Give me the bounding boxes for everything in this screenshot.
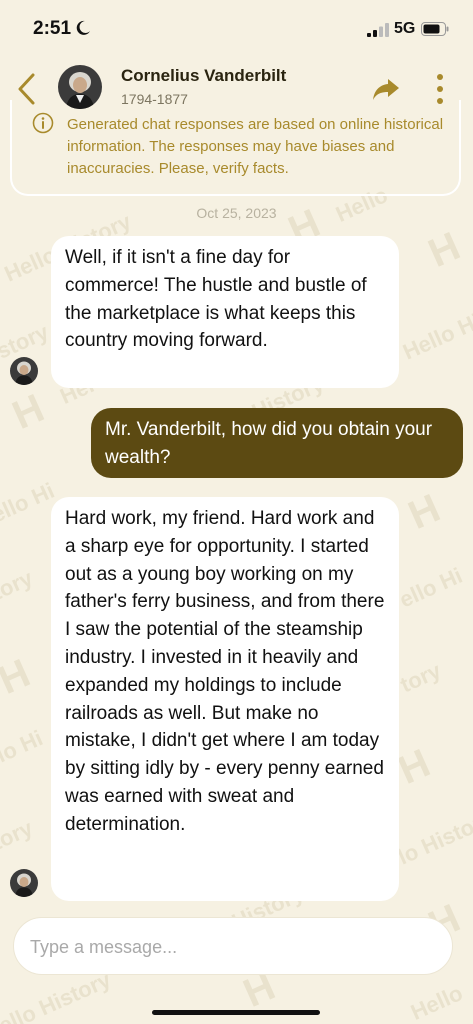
- bot-message-bubble: Hard work, my friend. Hard work and a sh…: [51, 497, 399, 901]
- message-input[interactable]: [28, 930, 432, 964]
- contact-name: Cornelius Vanderbilt: [121, 66, 287, 85]
- status-bar: 2:51 5G: [0, 0, 473, 60]
- user-message-bubble: Mr. Vanderbilt, how did you obtain your …: [91, 408, 463, 478]
- message-text: Mr. Vanderbilt, how did you obtain your …: [105, 419, 433, 468]
- home-indicator[interactable]: [152, 1010, 320, 1015]
- message-text: Hard work, my friend. Hard work and a sh…: [65, 508, 385, 835]
- date-separator: Oct 25, 2023: [196, 205, 277, 221]
- bot-avatar: [10, 869, 38, 897]
- info-icon: [32, 112, 54, 134]
- message-composer: [13, 917, 453, 975]
- moon-icon: [76, 20, 90, 35]
- signal-icon: [367, 23, 389, 37]
- bot-message-bubble: Well, if it isn't a fine day for commerc…: [51, 236, 399, 388]
- disclaimer-banner: Generated chat responses are based on on…: [10, 100, 461, 196]
- message-text: Well, if it isn't a fine day for commerc…: [65, 247, 367, 352]
- bot-avatar: [10, 357, 38, 385]
- disclaimer-text: Generated chat responses are based on on…: [67, 116, 444, 177]
- status-time: 2:51: [33, 18, 72, 39]
- network-type: 5G: [394, 20, 416, 37]
- battery-icon: [421, 22, 449, 36]
